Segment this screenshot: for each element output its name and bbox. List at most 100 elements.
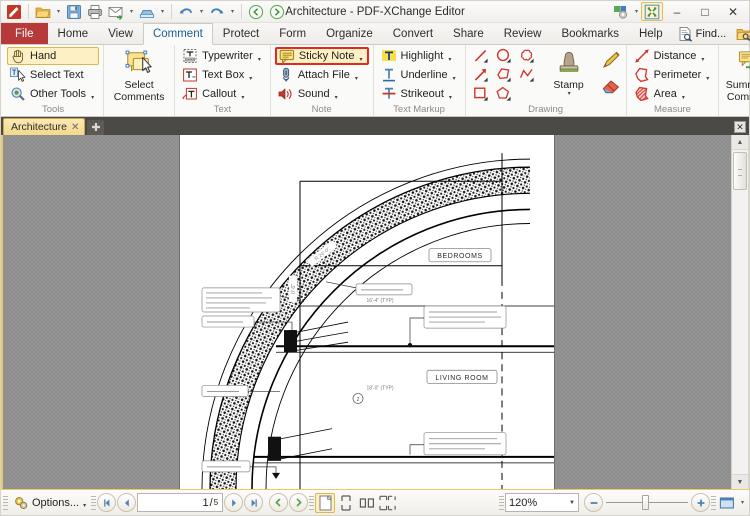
text-box-button[interactable]: Text Box ▾ [179,66,266,84]
nav-grip[interactable] [91,495,97,511]
tab-convert[interactable]: Convert [383,23,443,44]
prev-page-button[interactable] [117,493,137,512]
scrollbar-thumb[interactable] [733,152,747,190]
stamp-button[interactable]: Stamp ▾ [542,47,596,99]
continuous-scroll-button[interactable] [336,493,356,513]
polygon-icon[interactable] [493,66,515,84]
two-page-view-button[interactable] [357,493,377,513]
chevron-down-icon[interactable]: ▾ [249,75,252,82]
tab-review[interactable]: Review [494,23,552,44]
scan-icon[interactable] [137,2,157,21]
chevron-down-icon[interactable]: ▾ [258,56,261,63]
polyline-icon[interactable] [516,66,538,84]
pdf-page[interactable]: BEDROOMS LIVING ROOM 0'-0" R 24'-0" 16'-… [180,135,554,489]
page-number-input[interactable]: 1 / 5 [137,493,224,512]
customize-icon[interactable] [610,2,632,21]
undo-icon[interactable] [176,2,196,21]
scroll-down-button[interactable]: ▼ [732,474,748,489]
document-canvas[interactable]: BEDROOMS LIVING ROOM 0'-0" R 24'-0" 16'-… [3,135,731,489]
summarize-comments-button[interactable]: Summarize Comments [723,47,750,104]
print-icon[interactable] [85,2,105,21]
viewmode-grip[interactable] [309,495,315,511]
eraser-icon[interactable] [600,74,622,96]
chevron-down-icon[interactable]: ▾ [453,75,456,82]
pentagon-icon[interactable] [493,85,515,103]
strikeout-button[interactable]: Strikeout ▾ [378,85,461,103]
tab-organize[interactable]: Organize [316,23,383,44]
tab-form[interactable]: Form [269,23,316,44]
last-page-button[interactable] [244,493,264,512]
scroll-up-button[interactable]: ▲ [732,135,748,150]
zoom-slider[interactable] [604,493,690,512]
pencil-icon[interactable] [600,49,622,71]
tab-bookmarks[interactable]: Bookmarks [551,23,629,44]
maximize-button[interactable]: □ [691,1,719,22]
find-button[interactable]: Find... [673,24,731,44]
fit-page-dropdown-icon[interactable] [738,493,747,512]
forward-icon[interactable] [267,2,287,21]
customize-dropdown-icon[interactable] [632,2,641,21]
arrow-icon[interactable] [470,66,492,84]
zoom-slider-handle[interactable] [641,495,649,510]
callout-button[interactable]: Callout ▾ [179,85,266,103]
attach-file-button[interactable]: Attach File ▾ [275,66,369,84]
tab-help[interactable]: Help [629,23,673,44]
perimeter-button[interactable]: Perimeter ▾ [631,66,715,84]
tab-protect[interactable]: Protect [213,23,269,44]
chevron-down-icon[interactable]: ▾ [83,502,86,509]
line-icon[interactable] [470,47,492,65]
tab-comment[interactable]: Comment [142,23,213,45]
fit-grip[interactable] [711,495,716,511]
area-button[interactable]: Area ▾ [631,85,715,103]
zoom-in-button[interactable] [691,493,710,512]
zoom-grip[interactable] [499,495,504,511]
tab-share[interactable]: Share [443,23,494,44]
tab-file[interactable]: File [1,23,48,44]
typewriter-button[interactable]: Typewriter ▾ [179,47,266,65]
zoom-out-button[interactable] [584,493,603,512]
new-tab-button[interactable]: ✚ [87,120,105,135]
options-button[interactable]: Options... ▾ [9,493,90,513]
chevron-down-icon[interactable]: ▾ [682,94,685,101]
redo-icon[interactable] [207,2,227,21]
zoom-level-combobox[interactable]: 120% ▼ [505,493,579,512]
select-text-button[interactable]: Select Text [7,66,99,84]
next-view-button[interactable] [289,493,309,512]
search-button[interactable]: Search... [732,24,750,44]
chevron-down-icon[interactable]: ▾ [701,56,704,63]
chevron-down-icon[interactable]: ▾ [568,91,571,97]
underline-button[interactable]: Underline ▾ [378,66,461,84]
chevron-down-icon[interactable]: ▾ [449,94,452,101]
minimize-button[interactable]: – [663,1,691,22]
back-icon[interactable] [246,2,266,21]
select-comments-button[interactable]: Select Comments [108,47,170,104]
chevron-down-icon[interactable]: ▾ [448,56,451,63]
open-icon[interactable] [33,2,53,21]
sticky-note-button[interactable]: Sticky Note ▾ [274,47,369,65]
scan-dropdown-icon[interactable] [158,2,167,21]
chevron-down-icon[interactable]: ▾ [355,75,358,82]
open-dropdown-icon[interactable] [54,2,63,21]
hand-tool-button[interactable]: Hand [7,47,100,65]
undo-dropdown-icon[interactable] [197,2,206,21]
redo-dropdown-icon[interactable] [228,2,237,21]
document-tab-architecture[interactable]: Architecture ✕ [3,118,86,135]
ellipse-icon[interactable] [493,47,515,65]
next-page-button[interactable] [224,493,244,512]
rectangle-icon[interactable] [470,85,492,103]
tab-view[interactable]: View [98,23,143,44]
scrollbar-track[interactable] [732,150,748,474]
sound-button[interactable]: Sound ▾ [275,85,369,103]
cloud-icon[interactable] [516,47,538,65]
fullscreen-icon[interactable] [641,2,663,21]
two-page-continuous-button[interactable] [378,493,398,513]
chevron-down-icon[interactable]: ▾ [241,94,244,101]
vertical-scrollbar[interactable]: ▲ ▼ [731,135,748,489]
other-tools-button[interactable]: Other Tools ▾ [7,85,99,103]
prev-view-button[interactable] [269,493,289,512]
toolbar-grip[interactable] [3,495,8,511]
email-dropdown-icon[interactable] [127,2,136,21]
fit-page-button[interactable] [717,493,737,513]
highlight-button[interactable]: Highlight ▾ [378,47,461,65]
app-menu-icon[interactable] [4,2,24,21]
